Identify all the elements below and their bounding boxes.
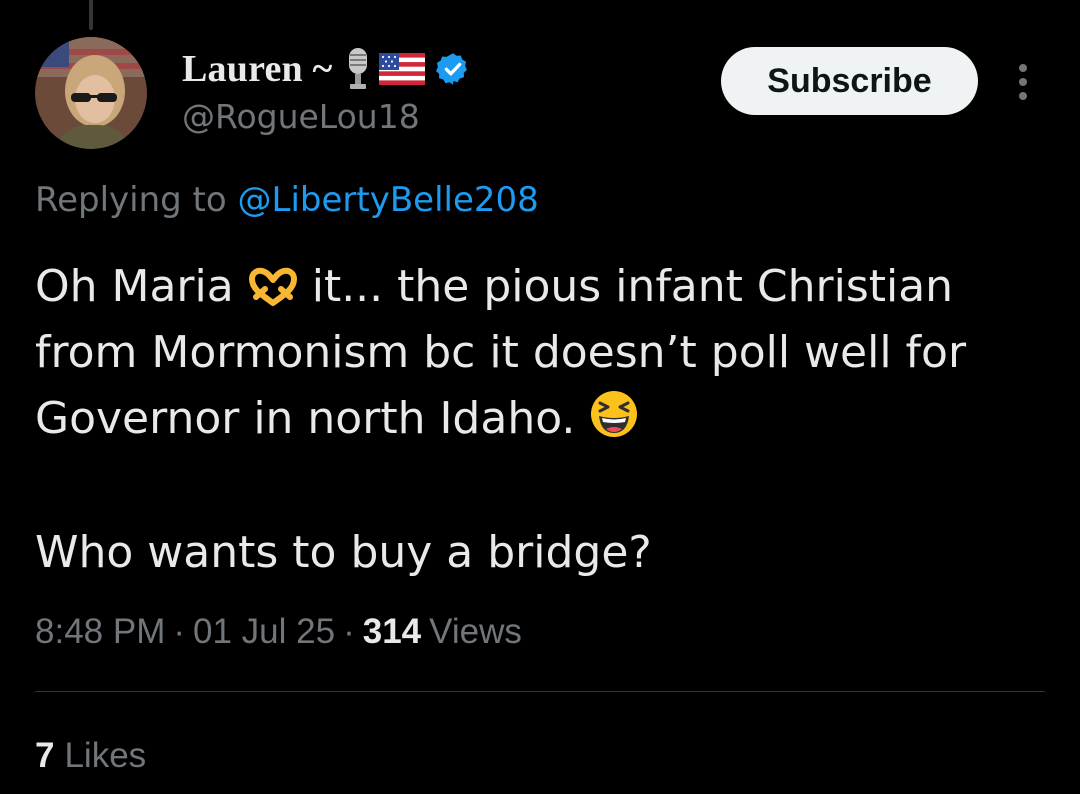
likes-link[interactable]: 7 Likes — [35, 736, 146, 776]
grinning-squinting-face-emoji-icon — [589, 389, 639, 458]
meta-separator: · — [343, 612, 355, 651]
reply-mention-link[interactable]: @LibertyBelle208 — [238, 180, 539, 220]
tweet-line-3: Governor in north Idaho. — [35, 386, 1045, 452]
tweet-text-segment: it... the pious infant Christian — [311, 261, 954, 312]
reply-context: Replying to @LibertyBelle208 — [35, 180, 539, 220]
subscribe-button[interactable]: Subscribe — [721, 47, 978, 115]
tweet-text-segment: Governor in north Idaho. — [35, 393, 576, 444]
microphone-icon — [345, 47, 371, 91]
likes-count: 7 — [35, 736, 55, 775]
tweet-time[interactable]: 8:48 PM — [35, 612, 165, 651]
views-count: 314 — [362, 612, 422, 651]
tweet-line-4: Who wants to buy a bridge? — [35, 527, 652, 578]
likes-label: Likes — [64, 736, 147, 775]
tweet-text: Oh Maria it... the pious infant Christia… — [35, 254, 1045, 586]
tweet-line-2: from Mormonism bc it doesn’t poll well f… — [35, 327, 967, 378]
author-display-name[interactable]: Lauren ~ — [182, 47, 333, 91]
verified-badge-icon[interactable] — [435, 51, 471, 87]
tweet-date[interactable]: 01 Jul 25 — [193, 612, 335, 651]
tweet-line-1: Oh Maria it... the pious infant Christia… — [35, 254, 1045, 320]
author-handle[interactable]: @RogueLou18 — [182, 97, 420, 136]
meta-separator: · — [173, 612, 186, 651]
tweet-paragraph-gap — [35, 452, 1045, 520]
tweet-text-segment: Oh Maria — [35, 261, 234, 312]
avatar[interactable] — [35, 37, 147, 149]
divider — [35, 691, 1045, 692]
views-label: Views — [429, 612, 522, 651]
us-flag-icon — [378, 53, 425, 85]
reply-context-prefix: Replying to — [35, 180, 227, 220]
thread-connector-line — [89, 0, 93, 30]
avatar-image — [35, 37, 147, 149]
more-vertical-icon[interactable] — [1008, 60, 1038, 104]
tweet-meta: 8:48 PM · 01 Jul 25 · 314 Views — [35, 612, 522, 652]
heart-hands-emoji-icon — [248, 260, 298, 326]
author-name-row: Lauren ~ — [182, 44, 471, 94]
